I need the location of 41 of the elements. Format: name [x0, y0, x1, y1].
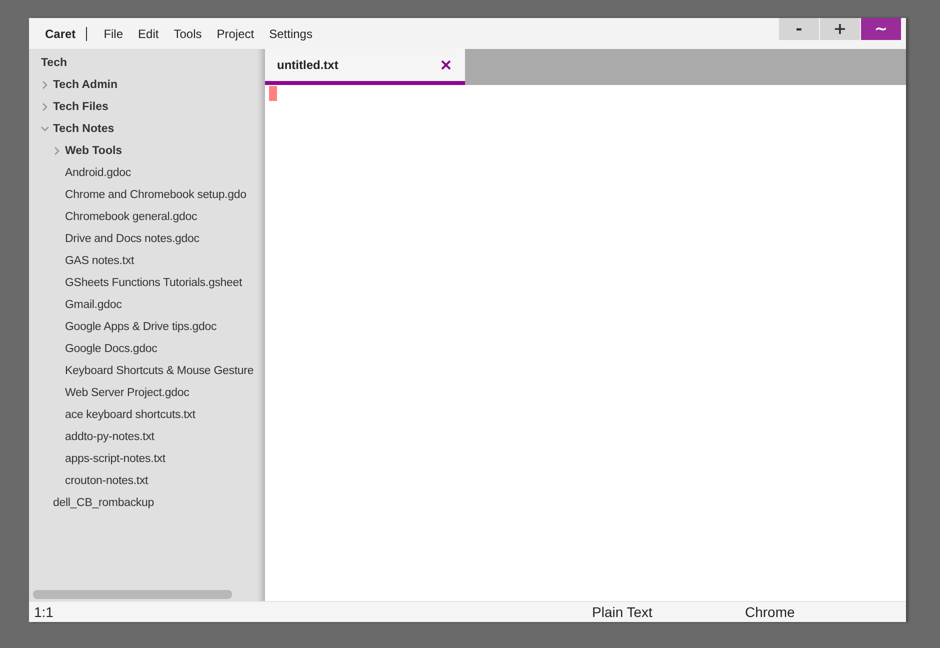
file-name[interactable]: Chrome and Chromebook setup.gdo — [65, 189, 246, 201]
menu-item[interactable]: Project — [216, 26, 254, 40]
file-name[interactable]: apps-script-notes.txt — [65, 453, 166, 465]
close-icon[interactable] — [441, 60, 451, 70]
menu-item[interactable]: Edit — [138, 26, 159, 40]
scrollbar-thumb[interactable] — [33, 590, 232, 598]
project-name[interactable]: Tech — [41, 57, 67, 69]
folder-name[interactable]: Tech Admin — [53, 79, 118, 91]
theme-name[interactable]: Chrome — [745, 604, 795, 620]
file-name[interactable]: Google Apps & Drive tips.gdoc — [65, 321, 217, 333]
app-title: Caret — [45, 26, 76, 40]
file-name[interactable]: Chromebook general.gdoc — [65, 211, 198, 223]
menu-item[interactable]: File — [104, 26, 124, 40]
menu-item[interactable]: Tools — [174, 26, 202, 40]
chevron-right-icon[interactable] — [41, 103, 49, 111]
menu-item[interactable]: Settings — [269, 26, 312, 40]
text-cursor — [269, 86, 277, 101]
cursor-position: 1:1 — [33, 604, 54, 620]
syntax-mode[interactable]: Plain Text — [592, 604, 745, 620]
file-name[interactable]: crouton-notes.txt — [65, 475, 148, 487]
file-name[interactable]: Google Docs.gdoc — [65, 343, 158, 355]
file-name[interactable]: Drive and Docs notes.gdoc — [65, 233, 200, 245]
file-name[interactable]: addto-py-notes.txt — [65, 431, 154, 443]
file-name[interactable]: GSheets Functions Tutorials.gsheet — [65, 277, 242, 289]
folder-name[interactable]: Tech Files — [53, 101, 108, 113]
window-control-button[interactable]: - — [779, 18, 819, 40]
chevron-right-icon[interactable] — [53, 147, 61, 155]
folder-name[interactable]: Web Tools — [65, 145, 122, 157]
file-name[interactable]: Android.gdoc — [65, 167, 131, 179]
chevron-down-icon[interactable] — [41, 125, 49, 133]
editor-tab[interactable]: untitled.txt — [265, 49, 465, 85]
folder-name[interactable]: Tech Notes — [53, 123, 114, 135]
file-name[interactable]: GAS notes.txt — [65, 255, 134, 267]
window-control-button[interactable]: ~ — [861, 18, 901, 40]
file-name[interactable]: Keyboard Shortcuts & Mouse Gesture — [65, 365, 254, 377]
file-name[interactable]: dell_CB_rombackup — [53, 497, 154, 509]
window-control-button[interactable]: + — [820, 18, 860, 40]
file-name[interactable]: Gmail.gdoc — [65, 299, 122, 311]
file-name[interactable]: ace keyboard shortcuts.txt — [65, 409, 196, 421]
chevron-right-icon[interactable] — [41, 81, 49, 89]
file-name[interactable]: Web Server Project.gdoc — [65, 387, 190, 399]
